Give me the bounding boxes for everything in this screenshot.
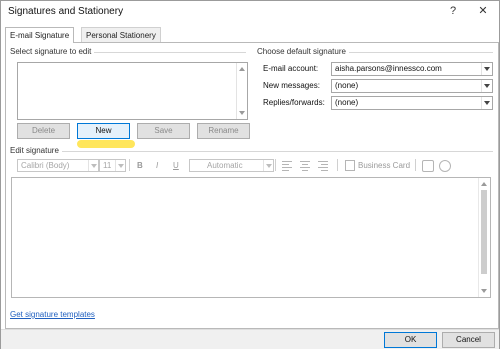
scroll-down-icon[interactable] [239,111,245,115]
scroll-down-icon[interactable] [481,289,487,293]
chevron-down-icon[interactable] [481,97,492,109]
new-messages-label: New messages: [263,81,320,90]
chevron-down-icon[interactable] [88,160,98,171]
underline-button[interactable]: U [173,161,179,170]
window-title: Signatures and Stationery [8,6,124,17]
toolbar-separator [129,159,130,171]
rename-button[interactable]: Rename [197,123,250,139]
ok-button[interactable]: OK [384,332,437,348]
toolbar-separator [275,159,276,171]
business-card-button[interactable]: Business Card [358,161,410,170]
new-button-highlight [77,140,135,148]
new-messages-value: (none) [335,81,359,90]
chevron-down-icon[interactable] [115,160,125,171]
insert-hyperlink-icon[interactable] [439,160,451,172]
delete-button[interactable]: Delete [17,123,70,139]
align-center-icon[interactable] [300,161,310,171]
signature-list[interactable] [17,62,248,120]
select-signature-label: Select signature to edit [10,47,95,56]
scroll-up-icon[interactable] [481,182,487,186]
tab-personal-stationery-label: Personal Stationery [86,31,156,40]
email-account-select[interactable]: aisha.parsons@innessco.com [331,62,493,76]
font-size-select[interactable]: 11 [99,159,126,172]
scrollbar-thumb[interactable] [481,190,487,274]
email-account-value: aisha.parsons@innessco.com [335,64,442,73]
font-size-value: 11 [103,161,112,170]
signature-editor[interactable] [11,177,491,298]
toolbar-separator [337,159,338,171]
scroll-up-icon[interactable] [239,67,245,71]
edit-group-line [11,151,493,152]
signature-list-scrollbar[interactable] [236,63,247,119]
defaults-label: Choose default signature [257,47,349,56]
editor-scrollbar[interactable] [478,178,490,297]
title-bar: Signatures and Stationery ? ✕ [1,1,499,23]
insert-picture-icon[interactable] [422,160,434,172]
edit-signature-label: Edit signature [10,146,62,155]
chevron-down-icon[interactable] [263,160,273,171]
new-button[interactable]: New [77,123,130,139]
align-left-icon[interactable] [282,161,292,171]
font-value: Calibri (Body) [21,161,70,170]
replies-forwards-value: (none) [335,98,359,107]
save-button[interactable]: Save [137,123,190,139]
chevron-down-icon[interactable] [481,80,492,92]
tab-email-signature-label: E-mail Signature [10,31,70,40]
tab-personal-stationery[interactable]: Personal Stationery [81,27,161,43]
align-right-icon[interactable] [318,161,328,171]
cancel-button[interactable]: Cancel [442,332,495,348]
email-account-label: E-mail account: [263,64,319,73]
close-button[interactable]: ✕ [475,4,491,18]
get-signature-templates-link[interactable]: Get signature templates [10,310,95,319]
italic-button[interactable]: I [156,161,158,170]
font-color-select[interactable]: Automatic [189,159,274,172]
replies-forwards-select[interactable]: (none) [331,96,493,110]
business-card-icon [345,160,355,171]
bold-button[interactable]: B [137,161,143,170]
toolbar-separator [415,159,416,171]
signatures-dialog: Signatures and Stationery ? ✕ E-mail Sig… [0,0,500,349]
help-button[interactable]: ? [445,4,461,18]
font-select[interactable]: Calibri (Body) [17,159,99,172]
tab-email-signature[interactable]: E-mail Signature [5,27,75,43]
chevron-down-icon[interactable] [481,63,492,75]
replies-forwards-label: Replies/forwards: [263,98,325,107]
font-color-value: Automatic [207,161,243,170]
new-messages-select[interactable]: (none) [331,79,493,93]
